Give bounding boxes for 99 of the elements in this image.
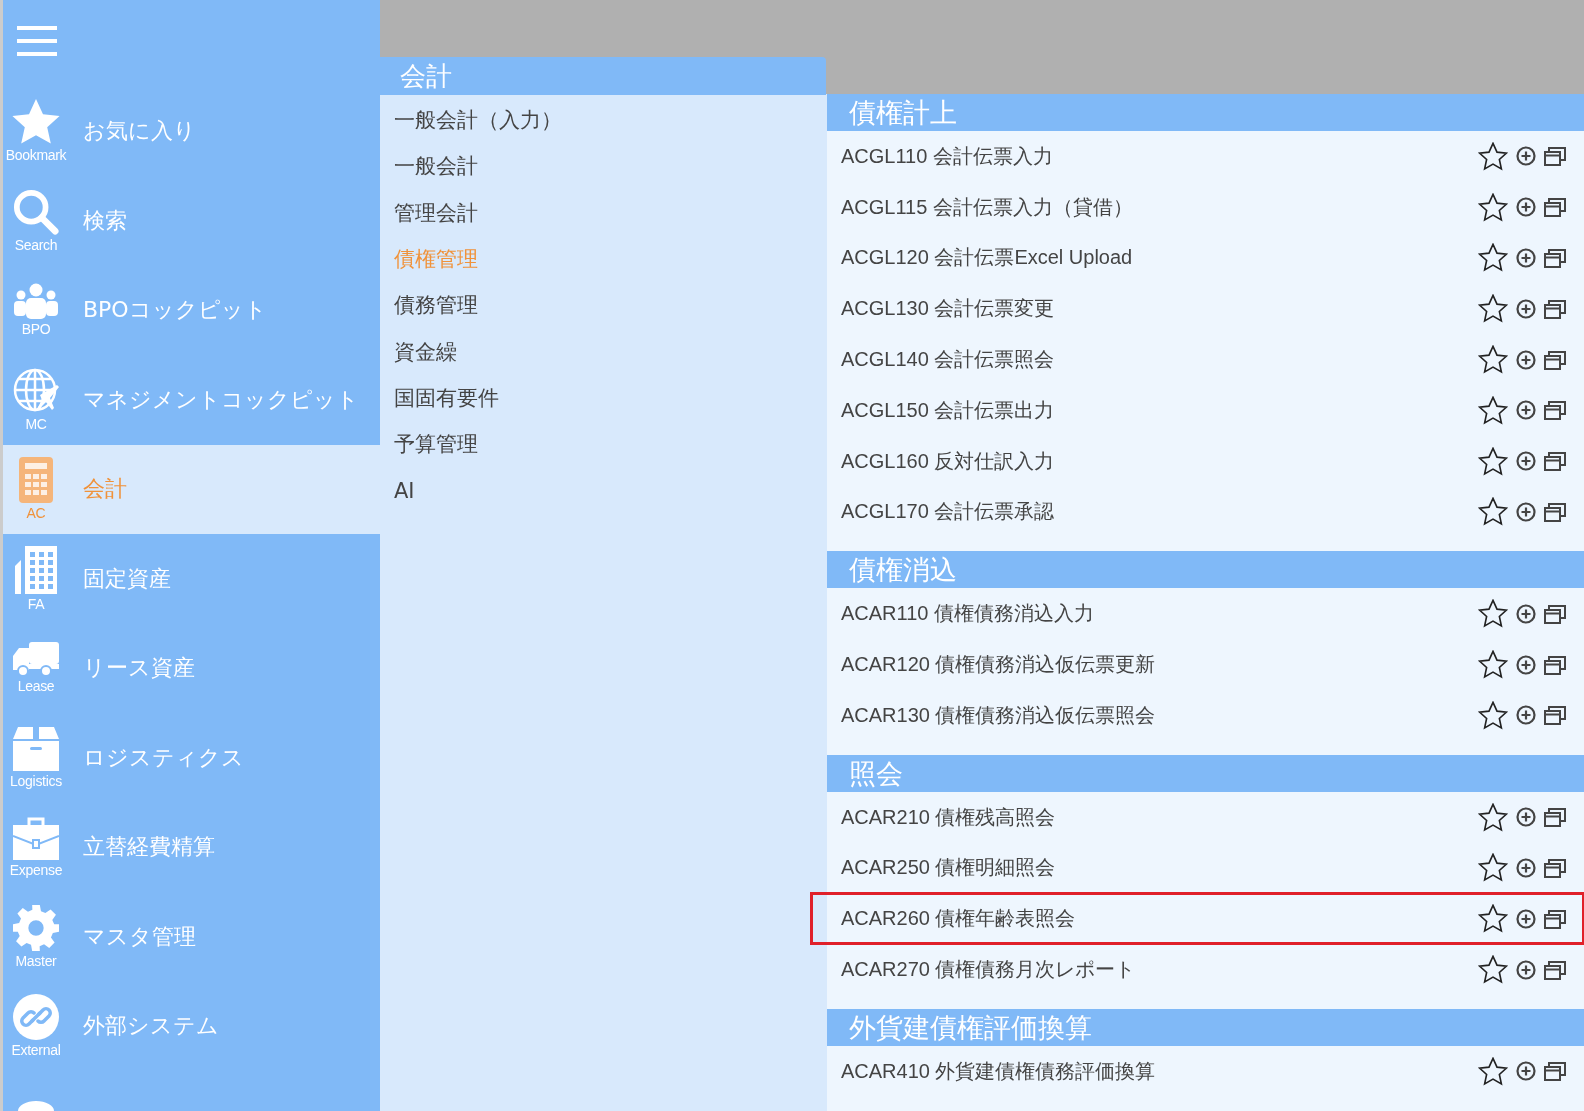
windows-icon[interactable] [1544, 146, 1566, 167]
people-icon [13, 283, 59, 320]
windows-icon[interactable] [1544, 400, 1566, 421]
truck-icon [13, 642, 59, 677]
program-link[interactable]: ACAR250 債権明細照会 [841, 854, 1478, 882]
gear-icon [13, 904, 59, 951]
calculator-icon [19, 457, 53, 504]
submenu-item[interactable]: 予算管理 [380, 421, 826, 468]
program-link[interactable]: ACAR410 外貨建債権債務評価換算 [841, 1057, 1478, 1085]
plus-circle-icon[interactable] [1516, 705, 1536, 726]
star-icon[interactable] [1478, 650, 1508, 680]
icon-caption: Logistics [10, 772, 62, 789]
program-link[interactable]: ACAR110 債権債務消込入力 [841, 600, 1478, 628]
section-header: 債権計上 [827, 94, 1584, 131]
icon-caption: Expense [9, 862, 63, 879]
plus-circle-icon[interactable] [1516, 451, 1536, 472]
building-icon [15, 545, 57, 594]
star-icon [12, 99, 60, 146]
program-link[interactable]: ACGL150 会計伝票出力 [841, 396, 1478, 424]
submenu-item[interactable]: 国固有要件 [380, 374, 826, 422]
icon-caption: BPO [21, 321, 51, 338]
star-icon[interactable] [1478, 446, 1508, 476]
icon-caption: AC [26, 505, 46, 522]
windows-icon[interactable] [1544, 197, 1566, 218]
submenu-item[interactable]: AI [380, 467, 826, 514]
windows-icon[interactable] [1544, 807, 1566, 828]
windows-icon[interactable] [1544, 501, 1566, 522]
program-link[interactable]: ACGL115 会計伝票入力（貸借） [841, 193, 1478, 221]
program-link[interactable]: ACGL160 反対仕訳入力 [841, 447, 1478, 475]
windows-icon[interactable] [1544, 908, 1566, 929]
program-link[interactable]: ACAR270 債権債務月次レポート [841, 956, 1478, 984]
icon-caption: Master [15, 952, 57, 969]
submenu-item[interactable]: 一般会計（入力） [380, 97, 826, 144]
icon-caption: External [11, 1042, 61, 1059]
star-icon[interactable] [1478, 141, 1508, 171]
icon-caption: Bookmark [5, 147, 67, 164]
star-icon[interactable] [1478, 853, 1508, 883]
star-icon[interactable] [1478, 192, 1508, 222]
star-icon[interactable] [1478, 345, 1508, 375]
program-link[interactable]: ACAR210 債権残高照会 [841, 803, 1478, 831]
windows-icon[interactable] [1544, 451, 1566, 472]
plus-circle-icon[interactable] [1516, 349, 1536, 370]
briefcase-icon [13, 816, 59, 861]
plus-circle-icon[interactable] [1516, 146, 1536, 167]
plus-circle-icon[interactable] [1516, 298, 1536, 319]
star-icon[interactable] [1478, 294, 1508, 324]
plus-circle-icon[interactable] [1516, 857, 1536, 878]
submenu-item[interactable]: 管理会計 [380, 189, 826, 236]
submenu-title: 会計 [380, 57, 826, 95]
plus-circle-icon[interactable] [1516, 908, 1536, 929]
star-icon[interactable] [1478, 1056, 1508, 1086]
program-link[interactable]: ACAR260 債権年齢表照会 [841, 905, 1478, 933]
program-link[interactable]: ACAR130 債権債務消込仮伝票照会 [841, 701, 1478, 729]
star-icon[interactable] [1478, 802, 1508, 832]
program-link[interactable]: ACGL110 会計伝票入力 [841, 142, 1478, 170]
windows-icon[interactable] [1544, 1061, 1566, 1082]
star-icon[interactable] [1478, 955, 1508, 985]
windows-icon[interactable] [1544, 705, 1566, 726]
windows-icon[interactable] [1544, 654, 1566, 675]
submenu-item[interactable]: 資金繰 [380, 328, 826, 375]
globe-plane-icon [13, 367, 59, 414]
windows-icon[interactable] [1544, 857, 1566, 878]
star-icon[interactable] [1478, 395, 1508, 425]
plus-circle-icon[interactable] [1516, 400, 1536, 421]
plus-circle-icon[interactable] [1516, 248, 1536, 268]
program-link[interactable]: ACGL170 会計伝票承認 [841, 498, 1478, 526]
section-header: 外貨建債権評価換算 [827, 1008, 1584, 1046]
program-link[interactable]: ACGL120 会計伝票Excel Upload [841, 244, 1478, 272]
star-icon[interactable] [1478, 497, 1508, 527]
icon-caption: Search [14, 236, 58, 253]
star-icon[interactable] [1478, 700, 1508, 730]
program-link[interactable]: ACGL130 会計伝票変更 [841, 295, 1478, 323]
link-icon [13, 994, 59, 1041]
plus-circle-icon[interactable] [1516, 654, 1536, 675]
windows-icon[interactable] [1544, 959, 1566, 980]
plus-circle-icon[interactable] [1516, 1061, 1536, 1082]
plus-circle-icon[interactable] [1516, 959, 1536, 980]
program-link[interactable]: ACGL140 会計伝票照会 [841, 346, 1478, 374]
star-icon[interactable] [1478, 599, 1508, 629]
icon-caption: FA [27, 595, 45, 612]
section-header: 照会 [827, 754, 1584, 792]
program-link[interactable]: ACAR120 債権債務消込仮伝票更新 [841, 651, 1478, 679]
icon-caption: Lease [17, 678, 55, 695]
submenu-item[interactable]: 債務管理 [380, 282, 826, 329]
icon-caption: MC [25, 415, 47, 432]
box-icon [13, 726, 59, 771]
plus-circle-icon[interactable] [1516, 501, 1536, 522]
windows-icon[interactable] [1544, 603, 1566, 624]
star-icon[interactable] [1478, 243, 1508, 273]
windows-icon[interactable] [1544, 298, 1566, 319]
search-icon [13, 188, 59, 235]
plus-circle-icon[interactable] [1516, 197, 1536, 218]
plus-circle-icon[interactable] [1516, 807, 1536, 828]
windows-icon[interactable] [1544, 248, 1566, 268]
submenu-item[interactable]: 一般会計 [380, 143, 826, 190]
windows-icon[interactable] [1544, 349, 1566, 370]
section-header: 債権消込 [827, 551, 1584, 589]
plus-circle-icon[interactable] [1516, 603, 1536, 624]
star-icon[interactable] [1478, 904, 1508, 934]
